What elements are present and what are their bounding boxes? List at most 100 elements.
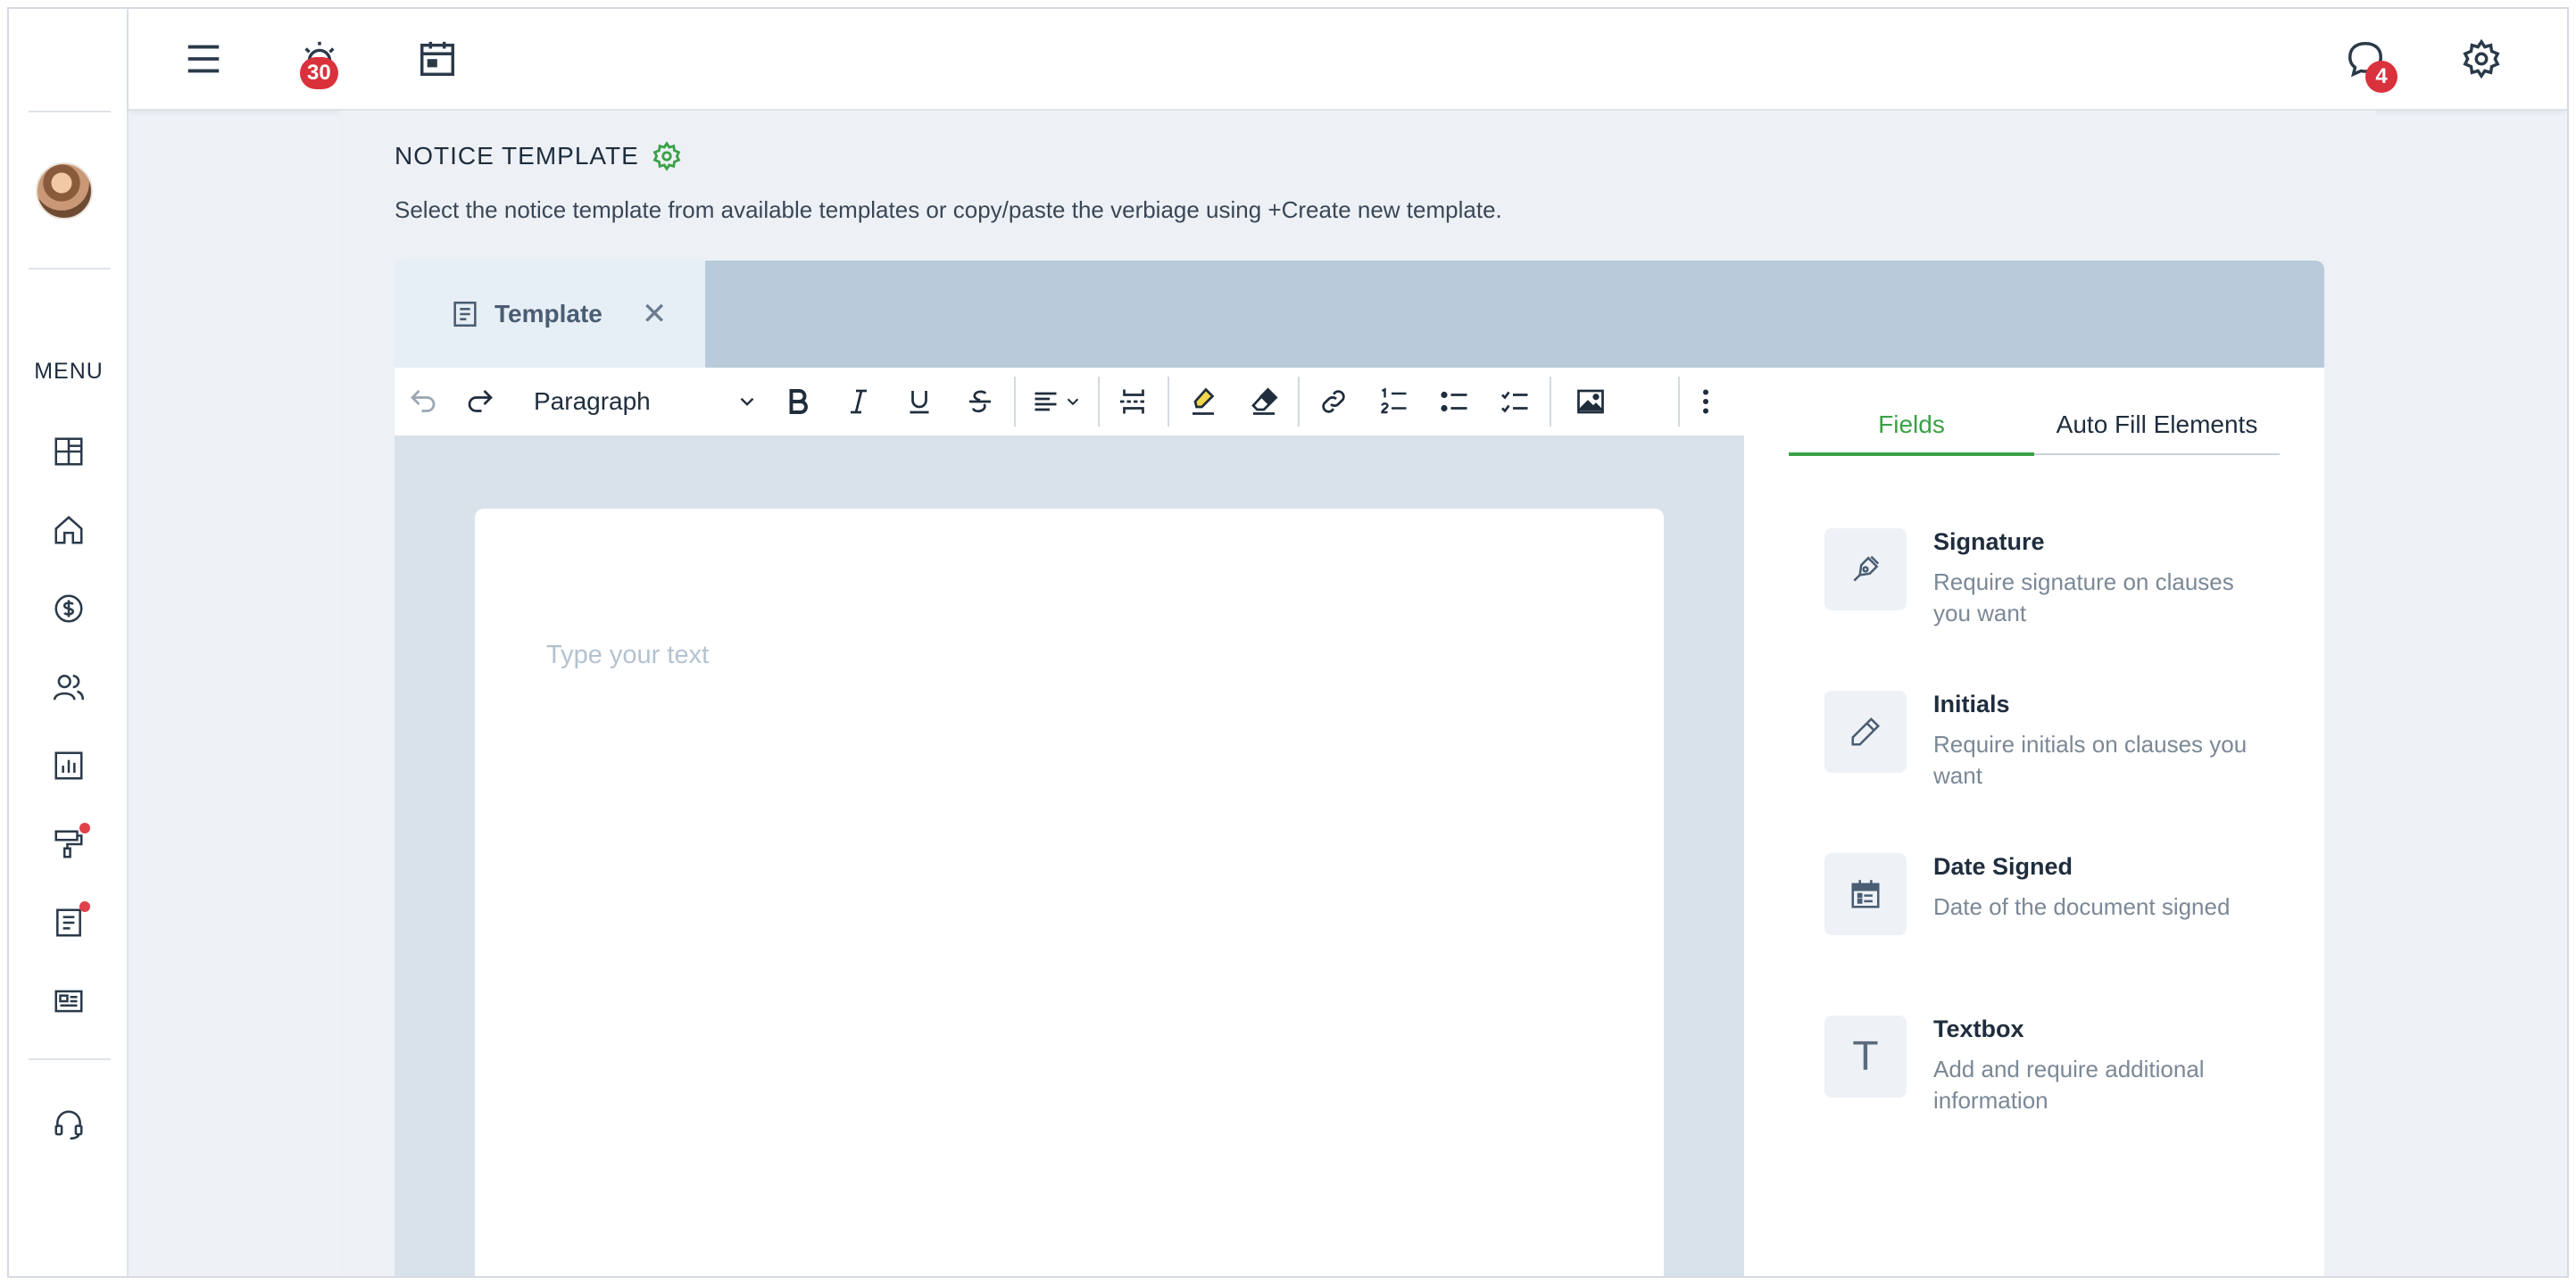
undo-button[interactable] — [395, 368, 452, 435]
pencil-icon — [1851, 717, 1881, 746]
editor-toolbar: Paragraph — [395, 368, 1744, 435]
calendar-icon — [1851, 880, 1880, 908]
sidebar-item-dashboard[interactable] — [49, 432, 88, 471]
field-initials[interactable]: Initials Require initials on clauses you… — [1824, 691, 2289, 816]
align-dropdown[interactable] — [1019, 368, 1094, 435]
italic-button[interactable] — [828, 368, 889, 435]
sidebar-divider — [29, 1058, 111, 1060]
field-title: Initials — [1933, 691, 2010, 717]
highlighter-icon — [1192, 387, 1215, 415]
main-content: NOTICE TEMPLATE Select the notice templa… — [339, 111, 2376, 1276]
image-icon — [1576, 389, 1605, 414]
insert-image-button[interactable] — [1555, 368, 1626, 435]
settings-button[interactable] — [2458, 36, 2505, 82]
italic-icon — [851, 389, 867, 414]
gear-icon[interactable] — [652, 141, 682, 171]
highlight-button[interactable] — [1173, 368, 1234, 435]
numbered-list-button[interactable] — [1364, 368, 1425, 435]
numbered-list-icon — [1381, 387, 1407, 414]
field-title: Textbox — [1933, 1016, 2024, 1042]
page-title-text: NOTICE TEMPLATE — [395, 142, 639, 170]
field-text: Signature Require signature on clauses y… — [1933, 528, 2255, 653]
bold-icon — [789, 389, 808, 414]
sidebar-item-documents[interactable] — [49, 901, 90, 942]
chat-badge: 4 — [2365, 61, 2397, 93]
remove-format-button[interactable] — [1234, 368, 1294, 435]
sidebar-divider — [29, 111, 111, 112]
chevron-down-icon — [1067, 398, 1079, 406]
document-page[interactable]: Type your text — [475, 509, 1664, 1276]
field-description: Require signature on clauses you want — [1933, 568, 2234, 626]
field-text: Date Signed Date of the document signed — [1933, 853, 2255, 978]
tab-auto-fill-elements[interactable]: Auto Fill Elements — [2034, 400, 2280, 453]
toolbar-separator — [1168, 377, 1169, 427]
bullet-list-button[interactable] — [1425, 368, 1485, 435]
app-frame: MENU 30 4 NOTICE TEMPLATE Select the not… — [7, 7, 2569, 1278]
checklist-icon — [1501, 391, 1528, 413]
sidebar-item-payments[interactable] — [49, 589, 88, 628]
editor-placeholder: Type your text — [546, 641, 710, 669]
field-title: Date Signed — [1933, 853, 2073, 880]
support-button[interactable] — [49, 1105, 88, 1144]
fields-panel-tabs: Fields Auto Fill Elements — [1789, 400, 2280, 456]
page-subtitle: Select the notice template from availabl… — [395, 196, 1502, 223]
paragraph-style-select[interactable]: Paragraph — [509, 375, 768, 428]
alarm-button[interactable]: 30 — [296, 36, 343, 89]
paragraph-style-value: Paragraph — [534, 387, 651, 415]
fields-panel: Fields Auto Fill Elements Signature Requ… — [1744, 368, 2324, 1276]
field-icon-box: T — [1824, 1016, 1907, 1098]
headset-icon — [54, 1110, 83, 1140]
underline-button[interactable] — [889, 368, 950, 435]
field-date-signed[interactable]: Date Signed Date of the document signed — [1824, 853, 2289, 978]
tab-template[interactable]: Template ✕ — [395, 261, 705, 368]
field-signature[interactable]: Signature Require signature on clauses y… — [1824, 528, 2289, 653]
field-icon-box — [1824, 853, 1907, 935]
field-description: Add and require additional information — [1933, 1056, 2205, 1114]
field-textbox[interactable]: T Textbox Add and require additional inf… — [1824, 1016, 2289, 1140]
field-title: Signature — [1933, 528, 2045, 555]
page-break-button[interactable] — [1103, 368, 1164, 435]
calendar-button[interactable] — [414, 36, 461, 82]
link-icon — [1322, 390, 1345, 413]
notification-dot — [79, 823, 90, 833]
notification-dot — [79, 901, 90, 912]
field-description: Date of the document signed — [1933, 893, 2231, 920]
menu-toggle-button[interactable] — [180, 36, 227, 82]
home-icon — [54, 516, 83, 544]
dollar-circle-icon — [54, 594, 83, 623]
toolbar-separator — [1098, 377, 1100, 427]
strikethrough-icon — [969, 390, 991, 413]
align-left-icon — [1035, 392, 1057, 411]
sidebar-item-maintenance[interactable] — [49, 823, 90, 864]
todo-list-button[interactable] — [1485, 368, 1546, 435]
alarm-badge: 30 — [300, 57, 338, 89]
sidebar-item-reports[interactable] — [49, 746, 88, 785]
chevron-down-icon — [740, 397, 754, 406]
top-bar: 30 4 — [129, 9, 2567, 111]
gear-icon — [2463, 38, 2500, 79]
users-icon — [53, 675, 85, 701]
more-options-button[interactable] — [1683, 368, 1728, 435]
link-button[interactable] — [1303, 368, 1364, 435]
template-editor: Template ✕ Paragraph Type your text Fiel… — [395, 261, 2324, 1276]
page-break-icon — [1120, 389, 1147, 414]
bold-button[interactable] — [768, 368, 828, 435]
redo-button[interactable] — [452, 368, 509, 435]
dashboard-icon — [54, 437, 83, 466]
eraser-icon — [1251, 387, 1278, 415]
sidebar-item-people[interactable] — [49, 667, 88, 707]
hamburger-icon — [187, 45, 220, 73]
avatar[interactable] — [36, 162, 93, 220]
bullet-list-icon — [1441, 391, 1467, 412]
tab-fields[interactable]: Fields — [1789, 400, 2034, 456]
strikethrough-button[interactable] — [950, 368, 1010, 435]
toolbar-separator — [1298, 377, 1300, 427]
field-text: Initials Require initials on clauses you… — [1933, 691, 2255, 816]
chat-button[interactable]: 4 — [2342, 36, 2397, 93]
field-description: Require initials on clauses you want — [1933, 731, 2248, 789]
sidebar-item-home[interactable] — [49, 510, 88, 550]
redo-icon — [468, 390, 493, 412]
close-icon[interactable]: ✕ — [642, 299, 668, 329]
menu-label: MENU — [34, 359, 104, 384]
sidebar-item-listings[interactable] — [49, 982, 88, 1021]
